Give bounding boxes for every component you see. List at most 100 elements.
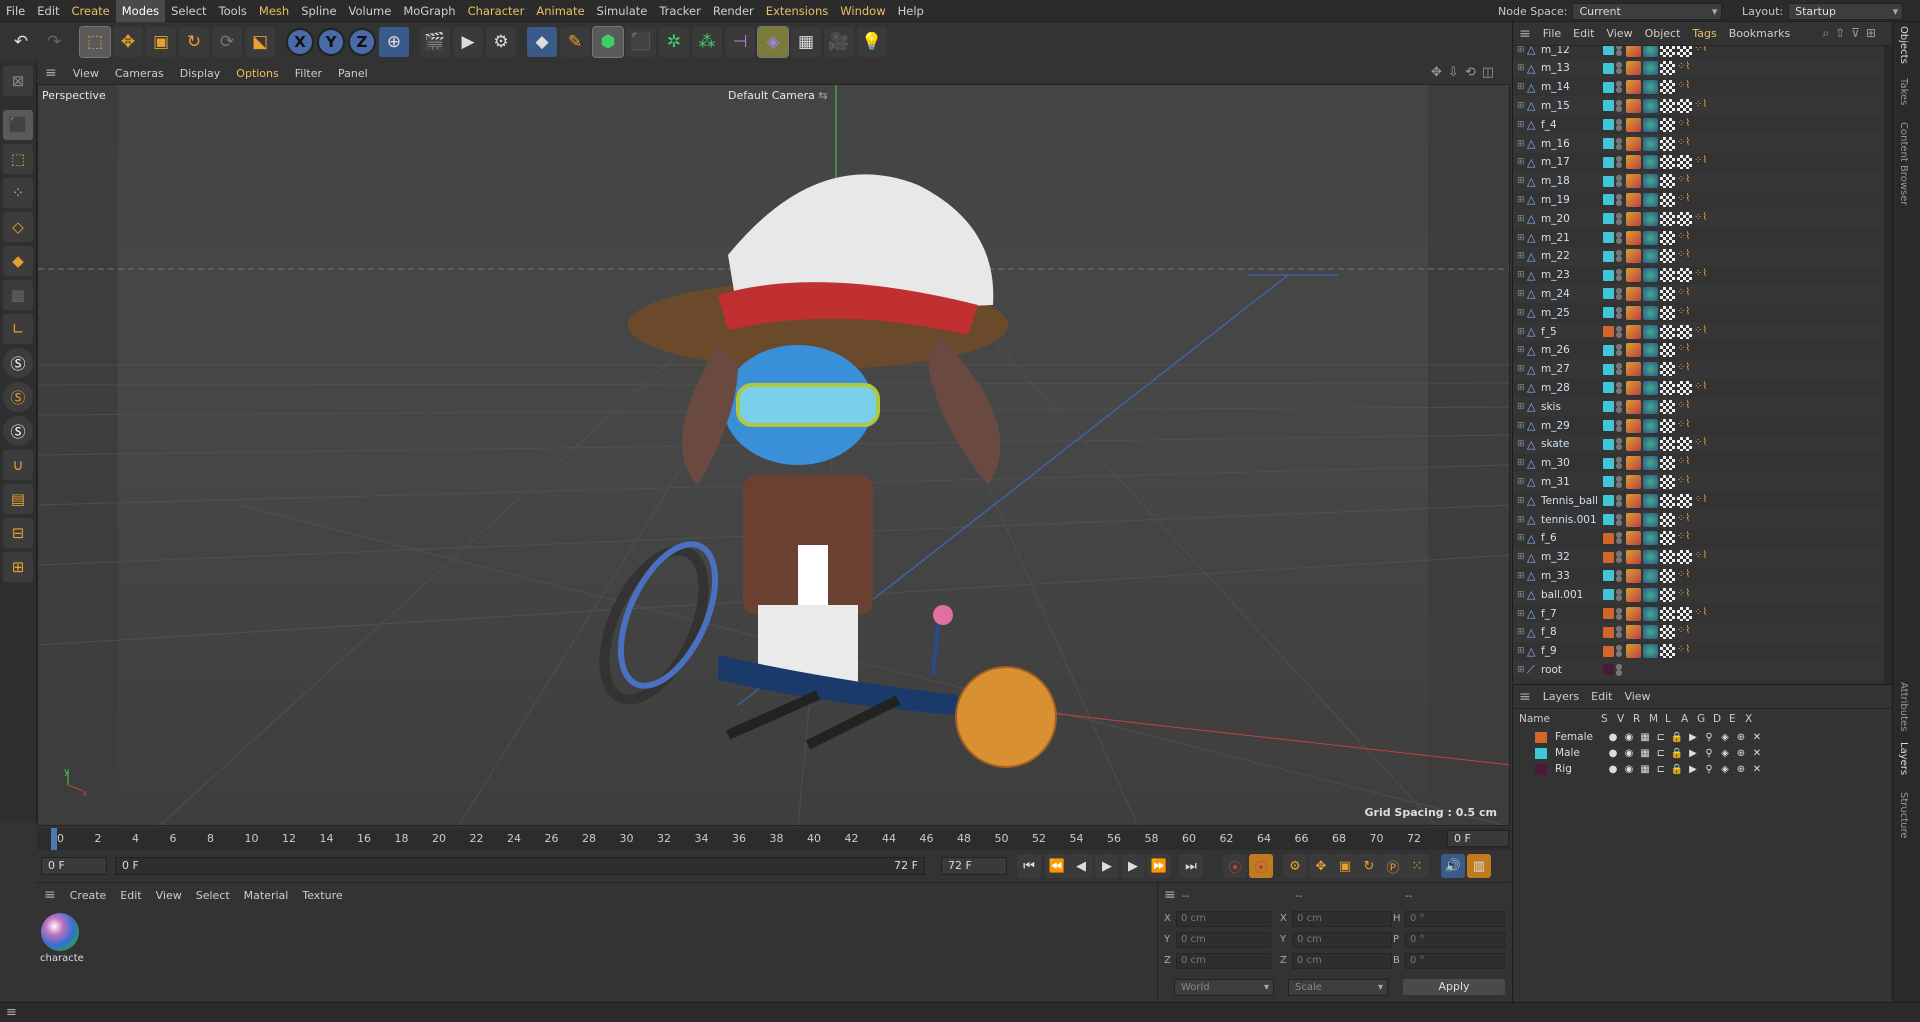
skin-tag-icon[interactable]: ⁘⌇ (1677, 513, 1690, 527)
skin-tag-icon[interactable]: ⁘⌇ (1694, 212, 1707, 226)
expand-icon[interactable]: ⊞ (1517, 477, 1527, 487)
menu-extensions[interactable]: Extensions (760, 0, 834, 22)
coords-mode-dropdown[interactable]: World (1174, 979, 1274, 996)
object-row[interactable]: ⊞ △ m_26 ● ● ⁘⌇ (1513, 341, 1885, 360)
layer-color-icon[interactable] (1603, 457, 1614, 469)
expand-icon[interactable]: ⊞ (1517, 308, 1527, 318)
material-menu-icon[interactable]: ≡ (37, 887, 63, 903)
layer-color-icon[interactable] (1603, 551, 1614, 563)
phong-tag-icon[interactable] (1643, 587, 1658, 602)
object-row[interactable]: ⊞ △ f_7 ● ● ⁘⌇ (1513, 604, 1885, 623)
phong-tag-icon[interactable] (1643, 568, 1658, 583)
menu-file[interactable]: File (0, 0, 31, 22)
side-tab-takes[interactable]: Takes (1898, 78, 1909, 105)
expand-icon[interactable]: ⊞ (1517, 515, 1527, 525)
layer-menu-edit[interactable]: Edit (1585, 690, 1618, 703)
object-search-icons[interactable]: ⌕⇧⊽⊞ (1822, 26, 1882, 41)
object-name[interactable]: ball.001 (1541, 589, 1599, 601)
layer-toggle-icon[interactable]: ⊕ (1733, 764, 1749, 775)
selection-tag-icon[interactable] (1677, 380, 1692, 395)
weight-tag-icon[interactable] (1626, 625, 1641, 640)
object-name[interactable]: m_29 (1541, 420, 1599, 432)
visibility-dots-icon[interactable]: ● ● (1614, 550, 1624, 564)
skin-tag-icon[interactable]: ⁘⌇ (1677, 249, 1690, 263)
object-row[interactable]: ⊞ △ m_15 ● ● ⁘⌇ (1513, 96, 1885, 116)
workplane-icon[interactable]: ▤ (3, 484, 33, 514)
layer-color-icon[interactable] (1535, 763, 1547, 775)
expand-icon[interactable]: ⊞ (1517, 402, 1527, 412)
visibility-dots-icon[interactable]: ● ● (1614, 662, 1624, 676)
object-name[interactable]: m_27 (1541, 363, 1599, 375)
timeline-ruler[interactable]: 0 F 0 2 4 6 8 10 12 14 16 18 20 22 24 26 28 30 32 34 36 38 4… (37, 828, 1510, 850)
visibility-dots-icon[interactable]: ● ● (1614, 587, 1624, 601)
make-editable-icon[interactable]: ⊠ (3, 66, 33, 96)
layer-color-icon[interactable] (1603, 382, 1614, 394)
layer-column-r[interactable]: R (1633, 713, 1640, 725)
layer-color-icon[interactable] (1603, 62, 1614, 74)
skin-tag-icon[interactable]: ⁘⌇ (1677, 362, 1690, 376)
weight-tag-icon[interactable] (1626, 136, 1641, 151)
layer-toggle-icon[interactable]: ▦ (1637, 748, 1653, 759)
visibility-dots-icon[interactable]: ● ● (1614, 192, 1624, 206)
skin-tag-icon[interactable]: ⁘⌇ (1677, 644, 1690, 658)
object-name[interactable]: m_24 (1541, 288, 1599, 300)
layer-color-icon[interactable] (1603, 156, 1614, 168)
layer-column-d[interactable]: D (1713, 713, 1721, 725)
key-position-icon[interactable]: ✥ (1309, 854, 1333, 878)
phong-tag-icon[interactable] (1643, 474, 1658, 489)
phong-tag-icon[interactable] (1643, 268, 1658, 283)
weight-tag-icon[interactable] (1626, 192, 1641, 207)
layer-color-icon[interactable] (1603, 46, 1614, 55)
layer-color-icon[interactable] (1603, 175, 1614, 187)
object-menu-icon[interactable]: ≡ (1513, 26, 1537, 42)
phong-tag-icon[interactable] (1643, 437, 1658, 452)
edges-mode-icon[interactable]: ◇ (3, 212, 33, 242)
layer-toggle-icon[interactable]: 🔒 (1669, 732, 1685, 743)
layer-color-icon[interactable] (1603, 420, 1614, 431)
menu-character[interactable]: Character (462, 0, 531, 22)
expand-icon[interactable]: ⊞ (1517, 63, 1527, 73)
layer-toggle-icon[interactable]: ⊏ (1653, 732, 1669, 743)
uvw-tag-icon[interactable] (1660, 98, 1675, 113)
expand-icon[interactable]: ⊞ (1517, 533, 1527, 543)
skin-tag-icon[interactable]: ⁘⌇ (1677, 61, 1690, 75)
key-scale-icon[interactable]: ▣ (1333, 854, 1357, 878)
object-row[interactable]: ⊞ △ m_25 ● ● ⁘⌇ (1513, 303, 1885, 322)
phong-tag-icon[interactable] (1643, 512, 1658, 527)
weight-tag-icon[interactable] (1626, 80, 1641, 95)
uvw-tag-icon[interactable] (1660, 531, 1675, 546)
skin-tag-icon[interactable]: ⁘⌇ (1694, 494, 1707, 508)
object-name[interactable]: f_5 (1541, 326, 1599, 338)
uvw-tag-icon[interactable] (1660, 606, 1675, 621)
layer-toggle-icon[interactable]: ⊕ (1733, 732, 1749, 743)
previous-key-icon[interactable]: ⏪ (1045, 854, 1069, 878)
start-frame-field[interactable]: 0 F (41, 857, 107, 875)
key-parameter-icon[interactable]: Ⓟ (1381, 854, 1405, 878)
object-name[interactable]: m_21 (1541, 232, 1599, 244)
skin-tag-icon[interactable]: ⁘⌇ (1694, 550, 1707, 564)
layer-color-icon[interactable] (1603, 344, 1614, 356)
visibility-dots-icon[interactable]: ● ● (1614, 155, 1624, 169)
uvw-tag-icon[interactable] (1660, 46, 1675, 57)
uv-mode-icon[interactable]: ▩ (3, 280, 33, 310)
expand-icon[interactable]: ⊞ (1517, 590, 1527, 600)
layer-name[interactable]: Female (1555, 731, 1605, 743)
3d-viewport[interactable]: Perspective Default Camera ⇆ y x Grid Sp… (37, 84, 1510, 826)
weight-tag-icon[interactable] (1626, 531, 1641, 546)
layer-toggle-icon[interactable]: ▶ (1685, 732, 1701, 743)
menu-simulate[interactable]: Simulate (591, 0, 654, 22)
visibility-dots-icon[interactable]: ● ● (1614, 568, 1624, 582)
layer-toggle-icon[interactable]: ● (1605, 764, 1621, 775)
selection-tag-icon[interactable] (1677, 155, 1692, 170)
layer-color-icon[interactable] (1603, 250, 1614, 262)
object-row[interactable]: ⊞ △ m_20 ● ● ⁘⌇ (1513, 209, 1885, 229)
skin-tag-icon[interactable]: ⁘⌇ (1694, 155, 1707, 169)
object-row[interactable]: ⊞ △ skis ● ● ⁘⌇ (1513, 397, 1885, 417)
object-row[interactable]: ⊞ ⟋ root ● ● (1513, 660, 1885, 680)
viewport-menu-cameras[interactable]: Cameras (107, 67, 172, 80)
object-menu-tags[interactable]: Tags (1686, 27, 1722, 40)
layer-color-icon[interactable] (1603, 307, 1614, 319)
visibility-dots-icon[interactable]: ● ● (1614, 606, 1624, 620)
layer-color-icon[interactable] (1603, 514, 1614, 525)
visibility-dots-icon[interactable]: ● ● (1614, 61, 1624, 75)
